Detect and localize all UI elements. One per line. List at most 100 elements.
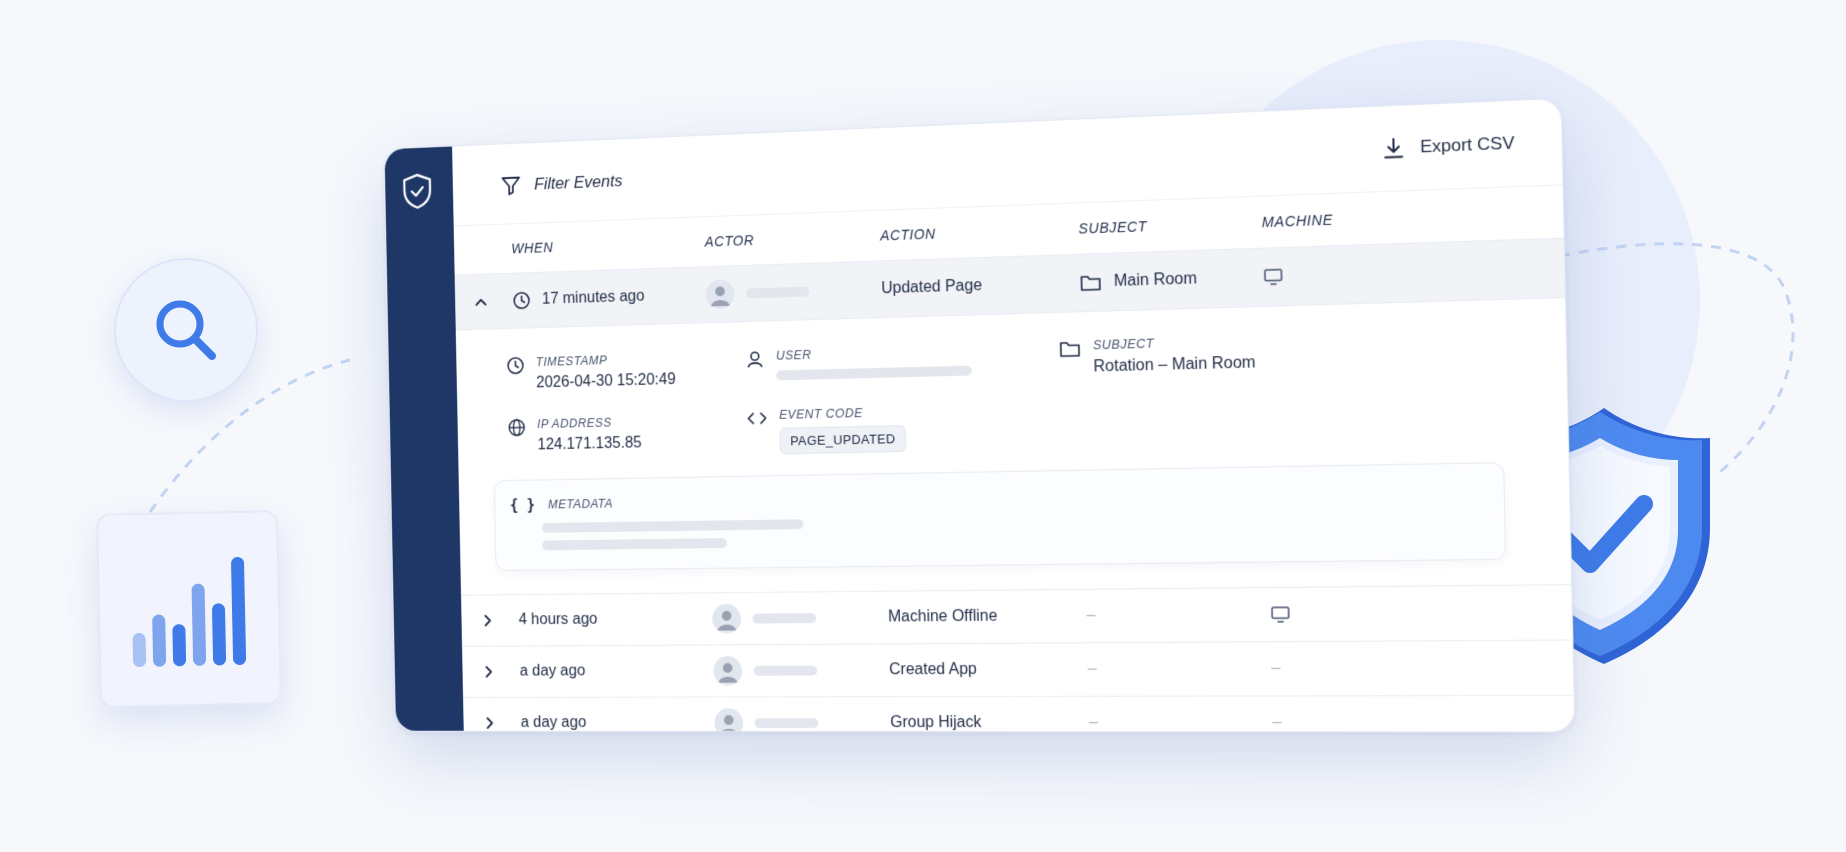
event-code-chip: PAGE_UPDATED <box>779 425 907 455</box>
machine-cell: – <box>1272 696 1282 732</box>
metadata-header: { } METADATA <box>510 495 613 514</box>
timestamp-value: 2026-04-30 15:20:49 <box>536 371 676 392</box>
collapse-chevron-icon[interactable] <box>473 275 489 330</box>
subject-text: – <box>1087 660 1097 678</box>
event-code-field: EVENT CODE PAGE_UPDATED <box>746 405 907 455</box>
when-cell: a day ago <box>519 646 586 697</box>
avatar <box>705 279 735 310</box>
event-detail-panel: TIMESTAMP 2026-04-30 15:20:49 USER SUBJE… <box>455 298 1572 596</box>
when-text: a day ago <box>520 714 587 731</box>
actor-cell <box>705 264 810 322</box>
actor-cell <box>712 592 817 644</box>
metadata-placeholder-line <box>541 519 804 533</box>
actor-cell <box>713 645 818 697</box>
search-badge <box>114 258 258 402</box>
shield-logo-icon <box>401 172 433 210</box>
when-text: a day ago <box>519 662 586 680</box>
sidebar <box>384 146 464 731</box>
download-icon <box>1382 137 1406 161</box>
subject-value: Rotation – Main Room <box>1093 354 1256 376</box>
chart-bar <box>152 614 167 667</box>
action-cell: Updated Page <box>881 258 983 317</box>
action-cell: Group Hijack <box>890 697 982 732</box>
monitor-icon <box>1270 605 1291 624</box>
machine-cell <box>1270 588 1292 641</box>
monitor-icon <box>1263 267 1284 286</box>
expand-chevron-icon[interactable] <box>481 698 497 733</box>
machine-text: – <box>1272 713 1282 732</box>
machine-text: – <box>1271 659 1281 678</box>
export-csv-label: Export CSV <box>1419 133 1515 157</box>
action-text: Updated Page <box>881 277 983 298</box>
subject-text: – <box>1086 606 1096 625</box>
clock-icon <box>512 291 531 311</box>
clock-icon <box>506 356 525 376</box>
avatar <box>713 656 743 686</box>
main-content: Filter Events Export CSV WHEN ACTOR ACTI… <box>452 98 1575 733</box>
subject-cell: Main Room <box>1079 251 1198 311</box>
subject-cell: – <box>1086 590 1096 643</box>
ip-address-label: IP ADDRESS <box>536 415 612 432</box>
user-label: USER <box>775 347 812 363</box>
subject-cell: – <box>1088 697 1098 733</box>
machine-cell: – <box>1271 642 1281 695</box>
code-icon <box>746 408 768 428</box>
metadata-box[interactable]: { } METADATA <box>493 462 1507 572</box>
user-field: USER <box>745 344 972 382</box>
actor-cell <box>714 697 819 733</box>
expand-chevron-icon[interactable] <box>479 595 495 645</box>
table-row[interactable]: a day ago Created App – – <box>462 640 1574 698</box>
app-logo[interactable] <box>401 172 433 215</box>
chart-bar <box>172 624 187 667</box>
when-cell: a day ago <box>520 698 587 733</box>
subject-text: – <box>1088 713 1098 732</box>
column-header-when[interactable]: WHEN <box>511 239 553 256</box>
table-row[interactable]: 4 hours ago Machine Offline – <box>461 585 1573 647</box>
actor-name-placeholder <box>753 665 818 676</box>
folder-icon <box>1059 339 1082 360</box>
folder-icon <box>1079 272 1102 293</box>
when-cell: 4 hours ago <box>518 594 598 645</box>
when-cell: 17 minutes ago <box>512 269 645 328</box>
export-csv-button[interactable]: Export CSV <box>1382 126 1515 166</box>
subject-field: SUBJECT Rotation – Main Room <box>1059 334 1256 378</box>
metadata-label: METADATA <box>547 496 614 512</box>
avatar <box>712 603 742 634</box>
filter-icon <box>501 175 522 197</box>
chart-bar <box>230 556 247 666</box>
user-value-placeholder <box>776 365 972 381</box>
search-icon <box>156 300 216 360</box>
user-icon <box>745 349 765 369</box>
column-header-machine[interactable]: MACHINE <box>1262 211 1334 230</box>
expand-chevron-icon[interactable] <box>480 647 496 697</box>
metadata-placeholder-line <box>542 538 728 551</box>
globe-icon <box>507 418 526 438</box>
action-cell: Machine Offline <box>888 591 998 644</box>
subject-label: SUBJECT <box>1092 336 1155 353</box>
machine-cell <box>1262 248 1284 306</box>
ip-address-field: IP ADDRESS 124.171.135.85 <box>507 415 642 455</box>
filter-events-button[interactable]: Filter Events <box>500 165 623 203</box>
actor-name-placeholder <box>745 286 810 299</box>
audit-log-window: Filter Events Export CSV WHEN ACTOR ACTI… <box>383 97 1576 733</box>
event-code-label: EVENT CODE <box>778 406 863 422</box>
actor-name-placeholder <box>754 718 819 729</box>
when-text: 4 hours ago <box>518 610 598 629</box>
bar-chart-card <box>95 510 283 708</box>
subject-text: Main Room <box>1113 270 1198 291</box>
filter-events-label: Filter Events <box>533 171 623 194</box>
timestamp-label: TIMESTAMP <box>535 353 608 369</box>
timestamp-field: TIMESTAMP 2026-04-30 15:20:49 <box>506 352 676 393</box>
action-text: Group Hijack <box>890 714 982 732</box>
ip-address-value: 124.171.135.85 <box>537 434 642 454</box>
column-header-action[interactable]: ACTION <box>880 226 936 244</box>
table-row[interactable]: a day ago Group Hijack – – <box>463 696 1575 733</box>
action-text: Machine Offline <box>887 607 998 626</box>
when-text: 17 minutes ago <box>541 287 645 308</box>
action-cell: Created App <box>889 644 978 696</box>
action-text: Created App <box>889 660 977 679</box>
column-header-subject[interactable]: SUBJECT <box>1078 218 1147 237</box>
column-header-actor[interactable]: ACTOR <box>705 232 755 249</box>
chart-bar <box>191 583 207 666</box>
avatar <box>714 708 744 733</box>
